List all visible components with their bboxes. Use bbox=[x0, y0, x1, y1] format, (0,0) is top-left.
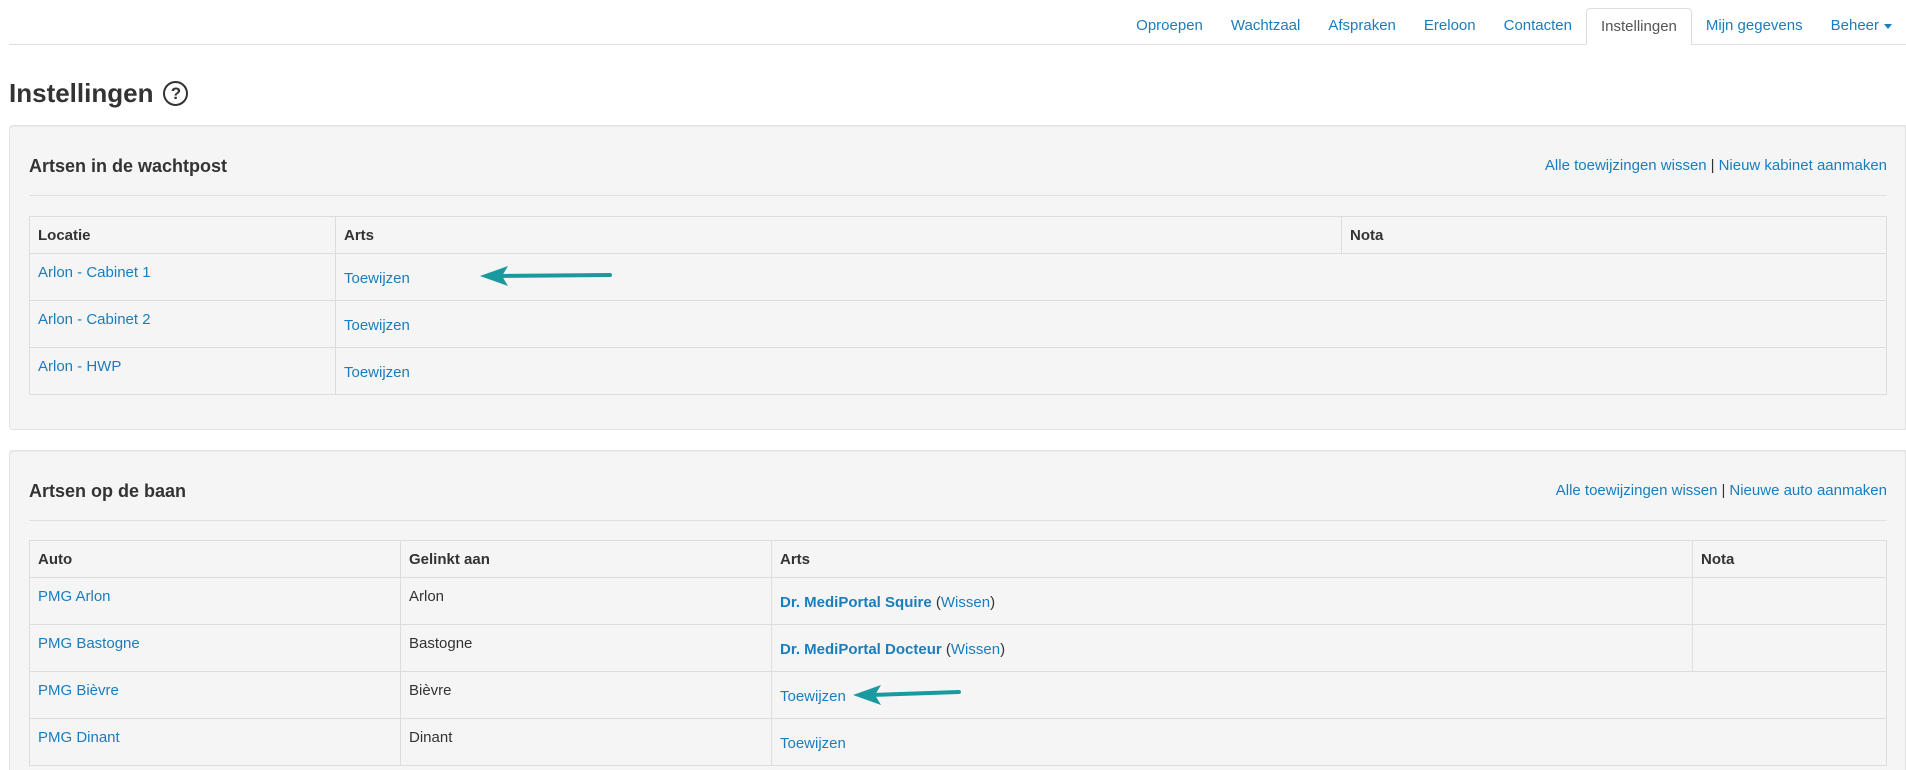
column-header: Nota bbox=[1692, 540, 1887, 578]
doctor-cell: Dr. MediPortal Squire (Wissen) bbox=[780, 594, 996, 611]
separator: | bbox=[1721, 482, 1726, 499]
table-row: Arlon - HWP Toewijzen bbox=[29, 347, 1887, 395]
wachtpost-table: Locatie Arts Nota Arlon - Cabinet 1 Toew… bbox=[29, 216, 1887, 395]
separator: | bbox=[1710, 157, 1715, 174]
clear-assignments-link[interactable]: Alle toewijzingen wissen bbox=[1545, 157, 1707, 174]
assign-link[interactable]: Toewijzen bbox=[344, 348, 410, 381]
linked-location: Dinant bbox=[409, 729, 453, 746]
column-header: Nota bbox=[1341, 216, 1887, 254]
note-cell bbox=[1692, 624, 1887, 672]
column-header: Arts bbox=[771, 540, 1693, 578]
doctor-link[interactable]: Dr. MediPortal Docteur bbox=[780, 641, 942, 658]
tab-mijn-gegevens[interactable]: Mijn gegevens bbox=[1692, 8, 1817, 45]
tab-beheer-label: Beheer bbox=[1830, 17, 1879, 34]
panel-artsen-baan: Artsen op de baan Alle toewijzingen wiss… bbox=[9, 450, 1906, 770]
location-link[interactable]: Arlon - Cabinet 1 bbox=[38, 254, 327, 281]
assign-link[interactable]: Toewijzen bbox=[780, 672, 846, 705]
panel-actions: Alle toewijzingen wissen | Nieuw kabinet a… bbox=[1545, 157, 1887, 174]
question-circle-icon[interactable]: ? bbox=[163, 81, 189, 106]
tab-oproepen[interactable]: Oproepen bbox=[1122, 8, 1217, 45]
table-row: Arlon - Cabinet 1 Toewijzen bbox=[29, 253, 1887, 301]
column-header: Gelinkt aan bbox=[400, 540, 772, 578]
tab-instellingen[interactable]: Instellingen bbox=[1586, 8, 1692, 45]
annotation-arrow-icon bbox=[853, 685, 961, 705]
location-link[interactable]: Arlon - Cabinet 2 bbox=[38, 301, 327, 328]
caret-down-icon bbox=[1884, 23, 1892, 29]
clear-assignments-link[interactable]: Alle toewijzingen wissen bbox=[1556, 482, 1718, 499]
car-link[interactable]: PMG Bastogne bbox=[38, 625, 392, 652]
linked-location: Bastogne bbox=[409, 635, 473, 652]
note-cell bbox=[1692, 577, 1887, 625]
new-car-link[interactable]: Nieuwe auto aanmaken bbox=[1729, 482, 1887, 499]
tab-wachtzaal[interactable]: Wachtzaal bbox=[1217, 8, 1314, 45]
clear-link[interactable]: Wissen bbox=[951, 641, 1000, 658]
panel-actions: Alle toewijzingen wissen | Nieuwe auto aan… bbox=[1556, 482, 1887, 499]
table-row: PMG Arlon Arlon Dr. MediPortal Squire (W… bbox=[29, 577, 1887, 625]
table-row: PMG Bastogne Bastogne Dr. MediPortal Doc… bbox=[29, 624, 1887, 672]
tab-ereloon[interactable]: Ereloon bbox=[1410, 8, 1490, 45]
panel-title: Artsen in de wachtpost bbox=[29, 156, 228, 176]
top-navigation: Oproepen Wachtzaal Afspraken Ereloon Con… bbox=[9, 0, 1906, 45]
page-title-text: Instellingen bbox=[9, 78, 154, 108]
clear-link[interactable]: Wissen bbox=[941, 594, 990, 611]
car-link[interactable]: PMG Bièvre bbox=[38, 672, 392, 699]
panel-header: Artsen op de baan Alle toewijzingen wiss… bbox=[29, 451, 1887, 521]
panel-title: Artsen op de baan bbox=[29, 481, 187, 501]
linked-location: Bièvre bbox=[409, 682, 452, 699]
location-link[interactable]: Arlon - HWP bbox=[38, 348, 327, 375]
new-cabinet-link[interactable]: Nieuw kabinet aanmaken bbox=[1719, 157, 1887, 174]
nav-tabs: Oproepen Wachtzaal Afspraken Ereloon Con… bbox=[1122, 8, 1906, 45]
assign-link[interactable]: Toewijzen bbox=[780, 719, 846, 752]
table-header-row: Auto Gelinkt aan Arts Nota bbox=[29, 540, 1887, 578]
table-row: Arlon - Cabinet 2 Toewijzen bbox=[29, 300, 1887, 348]
column-header: Arts bbox=[335, 216, 1342, 254]
column-header: Locatie bbox=[29, 216, 336, 254]
annotation-arrow-icon bbox=[480, 266, 612, 286]
baan-table: Auto Gelinkt aan Arts Nota PMG Arlon Arl… bbox=[29, 540, 1887, 766]
tab-afspraken[interactable]: Afspraken bbox=[1314, 8, 1410, 45]
car-link[interactable]: PMG Arlon bbox=[38, 578, 392, 605]
panel-artsen-wachtpost: Artsen in de wachtpost Alle toewijzingen… bbox=[9, 125, 1906, 430]
assign-link[interactable]: Toewijzen bbox=[344, 301, 410, 334]
page-title: Instellingen ? bbox=[9, 78, 189, 109]
tab-contacten[interactable]: Contacten bbox=[1490, 8, 1586, 45]
table-row: PMG Dinant Dinant Toewijzen bbox=[29, 718, 1887, 766]
panel-header: Artsen in de wachtpost Alle toewijzingen… bbox=[29, 126, 1887, 196]
doctor-link[interactable]: Dr. MediPortal Squire bbox=[780, 594, 932, 611]
table-header-row: Locatie Arts Nota bbox=[29, 216, 1887, 254]
car-link[interactable]: PMG Dinant bbox=[38, 719, 392, 746]
linked-location: Arlon bbox=[409, 588, 445, 605]
tab-beheer-dropdown[interactable]: Beheer bbox=[1817, 8, 1906, 45]
assign-link[interactable]: Toewijzen bbox=[344, 254, 410, 287]
column-header: Auto bbox=[29, 540, 401, 578]
doctor-cell: Dr. MediPortal Docteur (Wissen) bbox=[780, 641, 1006, 658]
